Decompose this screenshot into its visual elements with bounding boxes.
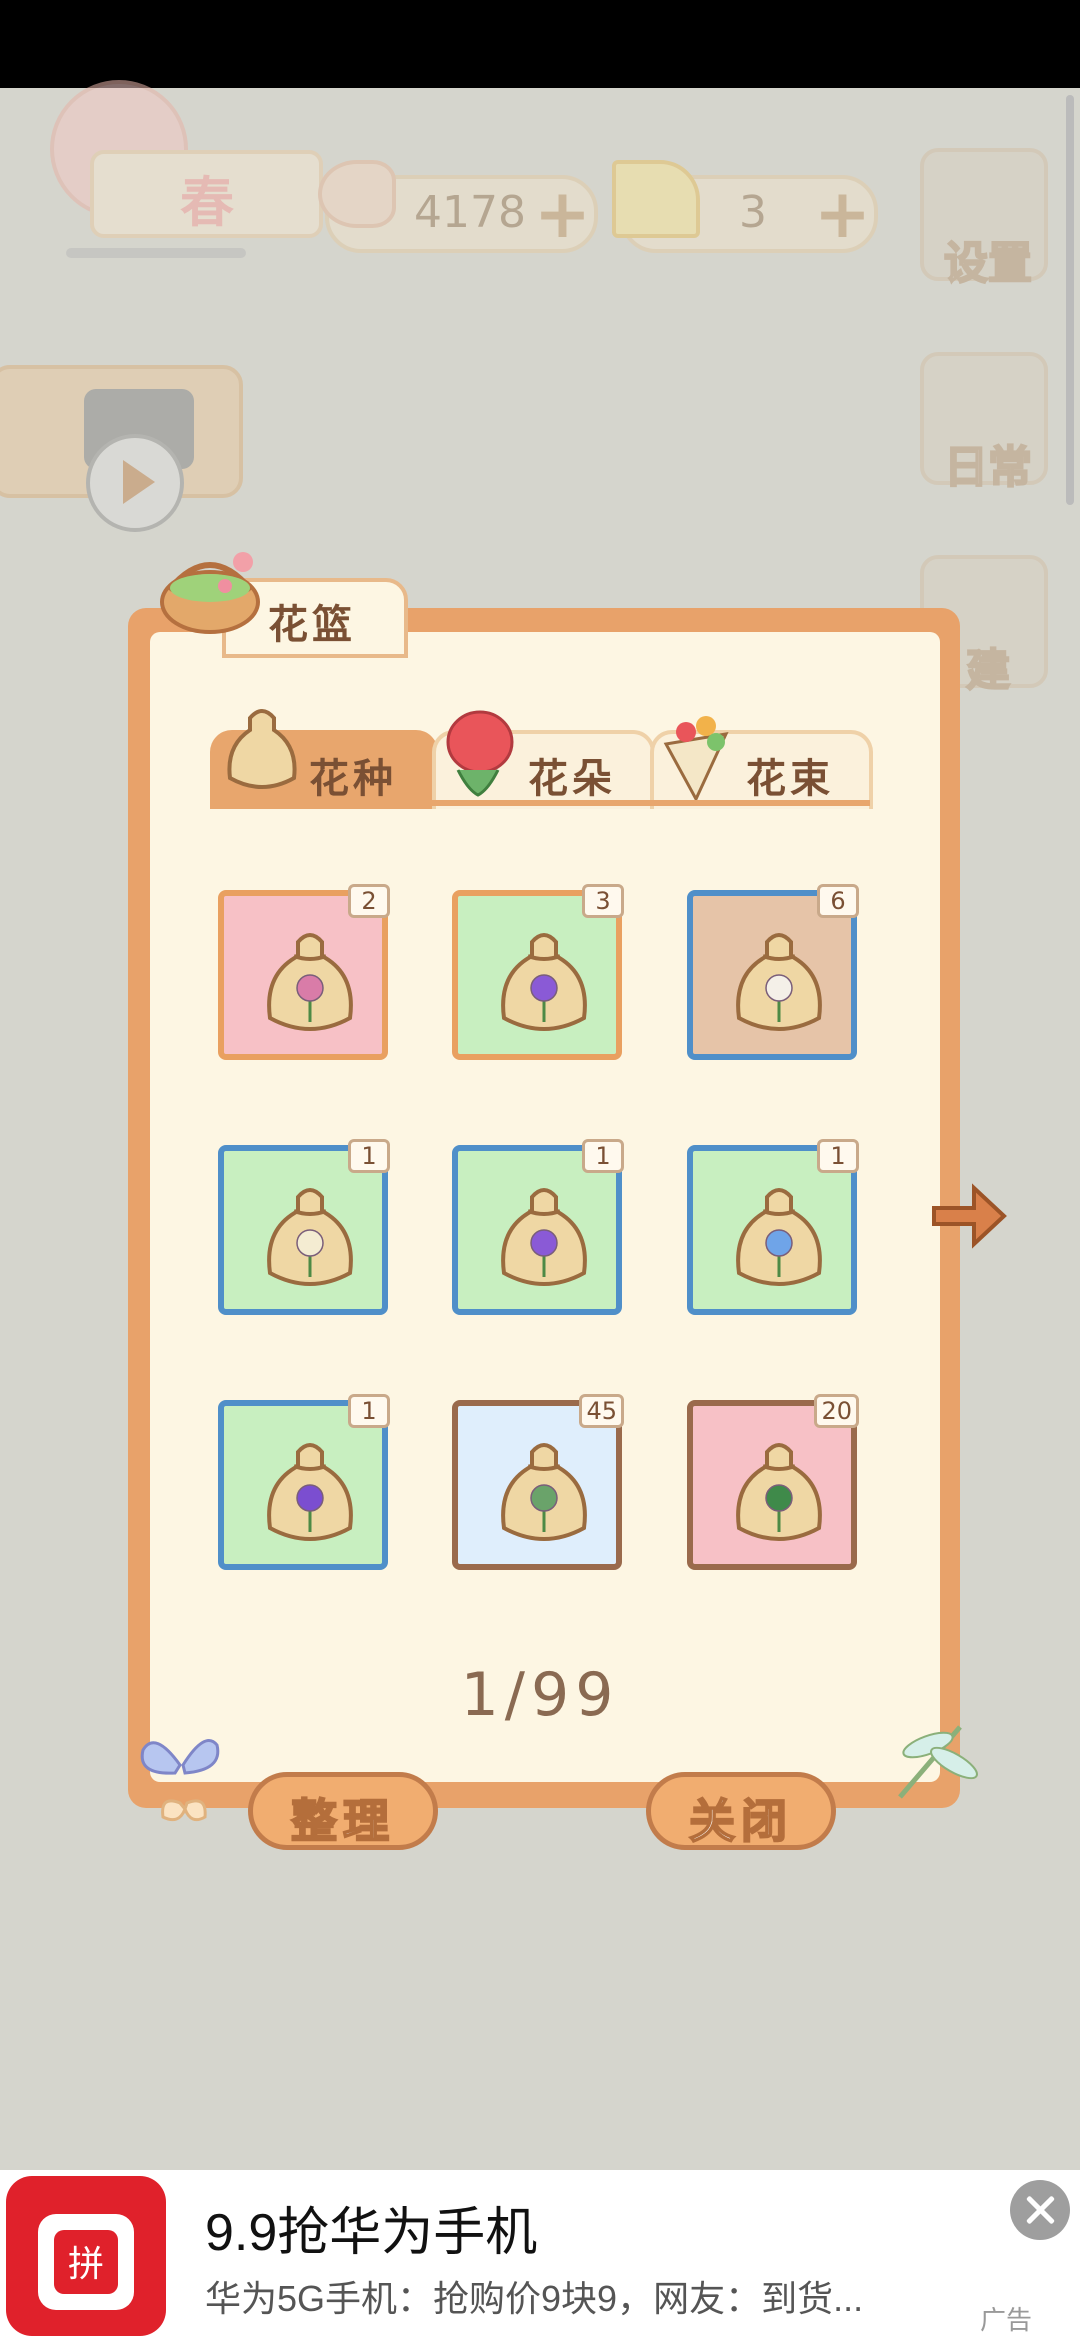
close-button-label: 关闭 xyxy=(688,1793,793,1849)
seed-count-badge: 1 xyxy=(348,1139,390,1173)
pinduoduo-logo: 拼 xyxy=(6,2176,166,2336)
basket-icon xyxy=(160,552,260,634)
tab-bouquets[interactable]: 花束 xyxy=(650,716,873,809)
seed-count-badge: 6 xyxy=(817,884,859,918)
sort-button-label: 整理 xyxy=(290,1793,395,1849)
status-bar xyxy=(0,0,1080,88)
seed-count-badge: 1 xyxy=(582,1139,624,1173)
cheese-count: 3 xyxy=(739,187,767,238)
close-button[interactable]: 关闭 xyxy=(646,1772,836,1850)
dragonfly-icon xyxy=(898,1725,978,1799)
seed-item[interactable]: 1 xyxy=(218,1139,390,1315)
seed-bag-icon xyxy=(267,1188,353,1286)
seed-bag-icon xyxy=(267,1443,353,1541)
ad-label: 广告 xyxy=(980,2305,1033,2335)
seed-item[interactable]: 1 xyxy=(452,1139,624,1315)
settings-button[interactable]: 设置 xyxy=(920,148,1048,290)
settings-label: 设置 xyxy=(943,237,1033,290)
next-arrow-icon[interactable] xyxy=(928,1180,1008,1250)
daily-button[interactable]: 日常 xyxy=(920,352,1048,494)
cheese-icon xyxy=(612,160,700,238)
video-reward-button[interactable] xyxy=(0,365,243,532)
seed-count-badge: 3 xyxy=(582,884,624,918)
seed-item[interactable]: 2 xyxy=(218,884,390,1060)
season-label: 春 xyxy=(180,171,234,234)
add-cheese-button[interactable]: + xyxy=(814,175,871,254)
bouquet-icon xyxy=(663,716,729,803)
season-progress-bar xyxy=(66,248,246,258)
sort-button[interactable]: 整理 xyxy=(248,1772,438,1850)
seed-count-badge: 1 xyxy=(348,1394,390,1428)
tab-flowers[interactable]: 花朵 xyxy=(432,710,655,809)
ad-title: 9.9抢华为手机 xyxy=(205,2204,538,2262)
tab-seeds[interactable]: 花种 xyxy=(210,709,438,809)
butterfly-icon xyxy=(140,1739,220,1822)
seed-bag-icon xyxy=(227,709,297,789)
ad-close-button[interactable] xyxy=(1010,2180,1070,2240)
seed-item[interactable]: 1 xyxy=(687,1139,859,1315)
seed-item[interactable]: 20 xyxy=(687,1394,859,1570)
seed-item[interactable]: 6 xyxy=(687,884,859,1060)
tab-flowers-label: 花朵 xyxy=(528,756,616,802)
seed-item[interactable]: 3 xyxy=(452,884,624,1060)
tab-underline xyxy=(210,800,870,806)
ad-banner[interactable]: 拼 9.9抢华为手机 华为5G手机：抢购价9块9，网友：到货... xyxy=(0,2170,1080,2340)
basket-title: 花篮 xyxy=(268,602,356,648)
tab-bouquets-label: 花束 xyxy=(746,756,834,802)
play-icon xyxy=(86,434,184,532)
seed-bag-icon xyxy=(267,933,353,1031)
seed-item[interactable]: 1 xyxy=(218,1394,390,1570)
add-fish-button[interactable]: + xyxy=(534,175,591,254)
seed-bag-icon xyxy=(736,1188,822,1286)
fish-icon xyxy=(318,160,396,228)
seed-bag-icon xyxy=(736,1443,822,1541)
rose-icon xyxy=(446,710,514,797)
season-indicator[interactable]: 春 xyxy=(50,80,323,258)
seed-bag-icon xyxy=(501,1188,587,1286)
seed-item[interactable]: 45 xyxy=(452,1394,624,1570)
ad-subtitle: 华为5G手机：抢购价9块9，网友：到货... xyxy=(205,2278,864,2319)
seed-bag-icon xyxy=(736,933,822,1031)
seed-bag-icon xyxy=(501,933,587,1031)
seed-bag-icon xyxy=(501,1443,587,1541)
tab-seeds-label: 花种 xyxy=(309,756,397,802)
ad-logo-text: 拼 xyxy=(68,2244,104,2285)
daily-label: 日常 xyxy=(943,441,1033,494)
scroll-indicator xyxy=(1066,95,1074,505)
seed-count-badge: 45 xyxy=(579,1394,624,1428)
seed-count-badge: 1 xyxy=(817,1139,859,1173)
seed-count-badge: 2 xyxy=(348,884,390,918)
seed-count-badge: 20 xyxy=(814,1394,859,1428)
fish-count: 4178 xyxy=(414,187,526,238)
pdd-pattern-icon: 拼 xyxy=(38,2214,134,2310)
